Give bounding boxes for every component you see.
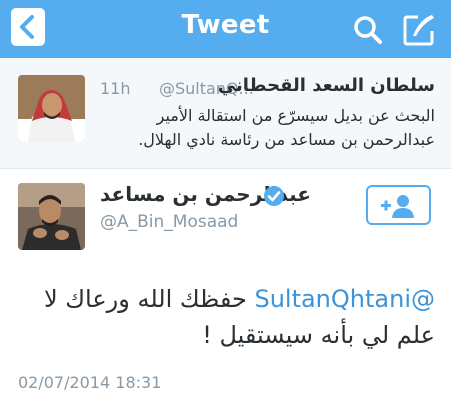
follow-user-icon [381, 195, 414, 218]
main-tweet: عبدالرحمن بن مساعد @A_Bin_Mosaad @Sultan… [0, 169, 451, 412]
top-navigation-bar: Tweet [0, 0, 451, 58]
parent-tweet-author-name[interactable]: سلطان السعد القحطاني [218, 75, 435, 96]
parent-tweet-text: البحث عن بديل سيسرّع من استقالة الأمير ع… [138, 106, 435, 149]
main-tweet-text: @SultanQhtani حفظك الله ورعاك لا علم لي … [15, 281, 435, 353]
search-icon [354, 16, 382, 44]
avatar-photo [18, 183, 85, 250]
parent-tweet[interactable]: 11h @SultanQ... سلطان السعد القحطاني الب… [0, 58, 451, 169]
search-button[interactable] [352, 14, 384, 46]
avatar-photo [18, 75, 85, 142]
compose-button[interactable] [401, 12, 437, 48]
avatar[interactable] [18, 75, 85, 142]
avatar[interactable] [18, 183, 85, 250]
parent-tweet-time: 11h [100, 79, 131, 98]
mention-link[interactable]: @SultanQhtani [254, 285, 435, 313]
follow-button[interactable] [366, 185, 431, 225]
compose-icon [403, 15, 434, 46]
verified-badge-icon [264, 186, 284, 206]
tweet-timestamp: 02/07/2014 18:31 [18, 373, 162, 392]
main-tweet-handle[interactable]: @A_Bin_Mosaad [100, 212, 238, 232]
